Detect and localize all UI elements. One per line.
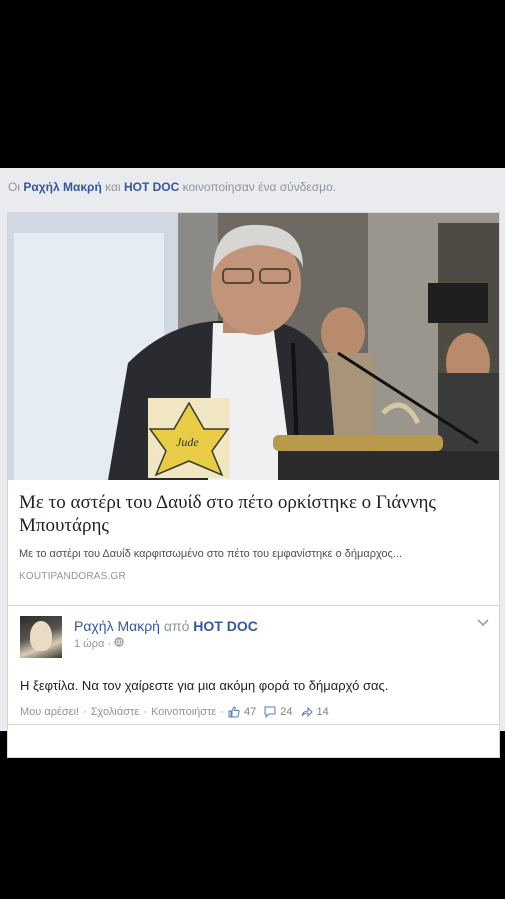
like-button[interactable]: Μου αρέσει! <box>20 706 79 718</box>
link-title[interactable]: Με το αστέρι του Δαυίδ στο πέτο ορκίστηκ… <box>19 491 489 537</box>
share-button[interactable]: Κοινοποιήστε <box>151 706 216 718</box>
share-suffix: κοινοποίησαν ένα σύνδεσμο. <box>182 180 337 194</box>
facebook-post-screenshot: Οι Ραχήλ Μακρή και HOT DOC κοινοποίησαν … <box>0 168 505 758</box>
shares-count[interactable]: 14 <box>317 706 329 718</box>
comment-icon[interactable] <box>264 706 276 719</box>
comment-author-name[interactable]: Ραχήλ Μακρή <box>74 618 160 634</box>
comment-button[interactable]: Σχολιάστε <box>91 706 140 718</box>
link-domain: KOUTIPANDORAS.GR <box>19 571 126 582</box>
comment-time[interactable]: 1 ώρα <box>74 638 104 650</box>
share-conj: και <box>105 180 121 194</box>
avatar[interactable] <box>20 616 62 658</box>
likes-count[interactable]: 47 <box>244 706 256 718</box>
link-description: Με το αστέρι του Δαυίδ καρφιτσωμένο στο … <box>19 548 403 560</box>
meta-separator: · <box>107 638 112 650</box>
link-preview-image[interactable]: Jude <box>8 213 499 480</box>
actor-link-rachil[interactable]: Ραχήλ Μακρή <box>23 180 101 194</box>
comment-box: Ραχήλ Μακρή από HOT DOC 1 ώρα · Η ξεφτίλ… <box>7 605 500 725</box>
action-separator: · <box>143 706 147 718</box>
badge-text: Jude <box>176 435 199 449</box>
action-separator: · <box>220 706 225 718</box>
like-icon[interactable] <box>228 706 240 718</box>
comment-text: Η ξεφτίλα. Να τον χαίρεστε για μια ακόμη… <box>20 678 389 693</box>
comments-count[interactable]: 24 <box>280 706 292 718</box>
comment-via: από <box>163 618 190 634</box>
action-separator: · <box>83 706 87 718</box>
globe-icon <box>114 637 126 649</box>
share-header: Οι Ραχήλ Μακρή και HOT DOC κοινοποίησαν … <box>8 180 336 194</box>
comment-author-line: Ραχήλ Μακρή από HOT DOC <box>74 618 258 634</box>
chevron-down-icon[interactable] <box>477 616 489 630</box>
action-bar: Μου αρέσει! · Σχολιάστε · Κοινοποιήστε ·… <box>20 706 333 719</box>
comment-meta: 1 ώρα · <box>74 637 126 650</box>
photo-podium-man: Jude <box>8 213 499 480</box>
actor-link-hotdoc[interactable]: HOT DOC <box>124 180 179 194</box>
comment-page-name[interactable]: HOT DOC <box>193 618 258 634</box>
share-icon[interactable] <box>301 706 313 718</box>
share-prefix: Οι <box>8 180 20 194</box>
